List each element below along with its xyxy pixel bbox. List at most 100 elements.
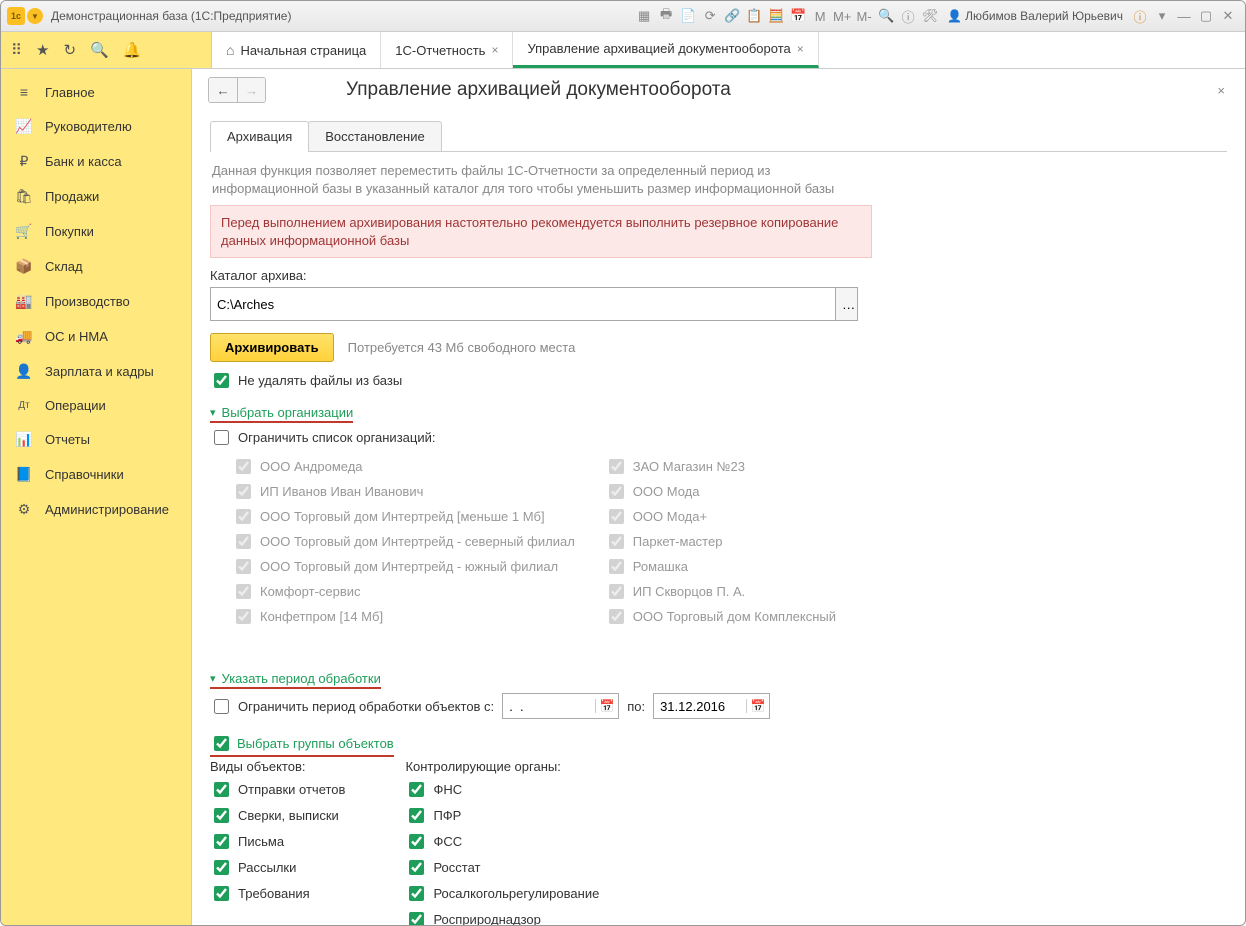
checkbox-input[interactable] (214, 860, 229, 875)
list-item: ООО Мода (605, 481, 836, 502)
list-item[interactable]: Росалкогольрегулирование (405, 883, 599, 904)
sidebar-item-reports[interactable]: 📊Отчеты (1, 422, 191, 457)
star-icon[interactable]: ★ (36, 41, 49, 59)
sidebar-item-os-nma[interactable]: 🚚ОС и НМА (1, 319, 191, 354)
mem-mminus[interactable]: M- (855, 7, 873, 25)
list-item[interactable]: ФСС (405, 831, 599, 852)
window-title: Демонстрационная база (1С:Предприятие) (51, 9, 291, 23)
sidebar-item-catalogs[interactable]: 📘Справочники (1, 457, 191, 492)
date-to-input[interactable] (654, 695, 746, 717)
archive-button[interactable]: Архивировать (210, 333, 334, 362)
list-item[interactable]: ПФР (405, 805, 599, 826)
tools-icon[interactable]: 🛠 (921, 7, 939, 25)
sidebar-item-bank[interactable]: ₽Банк и касса (1, 144, 191, 179)
calendar-icon[interactable]: 📅 (595, 699, 618, 713)
sidebar-item-production[interactable]: 🏭Производство (1, 284, 191, 319)
sidebar-item-sales[interactable]: 🛍Продажи (1, 179, 191, 214)
list-item[interactable]: Отправки отчетов (210, 779, 345, 800)
app-menu-dropdown-icon[interactable]: ▼ (27, 8, 43, 24)
maximize-icon[interactable]: ▢ (1197, 7, 1215, 25)
history-icon[interactable]: ↻ (63, 41, 76, 59)
minimize-icon[interactable]: — (1175, 7, 1193, 25)
checkbox-input[interactable] (409, 886, 424, 901)
sidebar-item-stock[interactable]: 📦Склад (1, 249, 191, 284)
list-item[interactable]: Росприроднадзор (405, 909, 599, 925)
truck-icon: 🚚 (15, 328, 33, 345)
search-icon[interactable]: 🔍 (90, 41, 109, 59)
checkbox-input[interactable] (214, 782, 229, 797)
print-icon[interactable]: 🖶 (657, 7, 675, 25)
checkbox-input[interactable] (409, 860, 424, 875)
app-logo-icon: 1c (7, 7, 25, 25)
list-item[interactable]: ФНС (405, 779, 599, 800)
calc-icon[interactable]: 🧮 (767, 7, 785, 25)
dropdown-icon[interactable]: ▾ (1153, 7, 1171, 25)
list-item: Конфетпром [14 Мб] (232, 606, 575, 627)
apps-icon[interactable]: ⠿ (11, 41, 22, 59)
checkbox-input (236, 459, 251, 474)
section-groups[interactable]: Выбрать группы объектов (210, 733, 394, 757)
list-item[interactable]: Росстат (405, 857, 599, 878)
current-user[interactable]: 👤Любимов Валерий Юрьевич (947, 9, 1123, 23)
date-from-input[interactable] (503, 695, 595, 717)
nav-back-button[interactable]: ← (209, 78, 237, 102)
bell-icon[interactable]: 🔔 (123, 41, 142, 59)
checkbox-input[interactable] (214, 808, 229, 823)
calendar-icon[interactable]: 📅 (789, 7, 807, 25)
info-icon[interactable]: ⓘ (899, 7, 917, 25)
bag-icon: 🛍 (15, 188, 33, 205)
help-icon[interactable]: ⓘ (1131, 7, 1149, 25)
nav-forward-button[interactable]: → (237, 78, 265, 102)
ruble-icon: ₽ (15, 153, 33, 170)
page-close-icon[interactable]: × (1213, 79, 1229, 102)
checkbox-input[interactable] (214, 886, 229, 901)
sidebar-item-salary[interactable]: 👤Зарплата и кадры (1, 354, 191, 389)
groups-enable-input[interactable] (214, 736, 229, 751)
sidebar-item-operations[interactable]: ДтОперации (1, 389, 191, 422)
link-icon[interactable]: 🔗 (723, 7, 741, 25)
limit-period-checkbox[interactable]: Ограничить период обработки объектов с: (210, 696, 494, 717)
mem-m[interactable]: M (811, 7, 829, 25)
checkbox-input[interactable] (409, 912, 424, 925)
toolbar-icon[interactable]: ▦ (635, 7, 653, 25)
subtab-restore[interactable]: Восстановление (308, 121, 441, 151)
close-icon[interactable]: ✕ (1219, 7, 1237, 25)
checkbox-input (236, 484, 251, 499)
section-period[interactable]: ▾ Указать период обработки (210, 671, 381, 689)
list-item[interactable]: Рассылки (210, 857, 345, 878)
limit-period-input[interactable] (214, 699, 229, 714)
limit-orgs-input[interactable] (214, 430, 229, 445)
copy-icon[interactable]: 📋 (745, 7, 763, 25)
checkbox-input[interactable] (409, 808, 424, 823)
checkbox-input[interactable] (409, 782, 424, 797)
sidebar-item-manager[interactable]: 📈Руководителю (1, 109, 191, 144)
keep-files-checkbox[interactable]: Не удалять файлы из базы (210, 370, 1227, 391)
doc-icon[interactable]: 📄 (679, 7, 697, 25)
tab-close-icon[interactable]: × (491, 43, 498, 57)
keep-files-input[interactable] (214, 373, 229, 388)
list-item[interactable]: Письма (210, 831, 345, 852)
tab-close-icon[interactable]: × (797, 42, 804, 56)
mem-mplus[interactable]: M+ (833, 7, 851, 25)
subtab-archive[interactable]: Архивация (210, 121, 309, 151)
checkbox-input[interactable] (214, 834, 229, 849)
catalog-path-input[interactable] (210, 287, 836, 321)
list-item[interactable]: Сверки, выписки (210, 805, 345, 826)
tab-home[interactable]: ⌂ Начальная страница (212, 32, 381, 68)
refresh-icon[interactable]: ⟳ (701, 7, 719, 25)
section-select-orgs[interactable]: ▾ Выбрать организации (210, 405, 353, 423)
browse-button[interactable]: … (836, 287, 858, 321)
zoom-icon[interactable]: 🔍 (877, 7, 895, 25)
date-from-field[interactable]: 📅 (502, 693, 619, 719)
tab-archive-mgmt[interactable]: Управление архивацией документооборота × (513, 32, 818, 68)
sidebar-item-admin[interactable]: ⚙Администрирование (1, 492, 191, 527)
checkbox-input[interactable] (409, 834, 424, 849)
sidebar-item-main[interactable]: ≡Главное (1, 75, 191, 109)
calendar-icon[interactable]: 📅 (746, 699, 769, 713)
list-item[interactable]: Требования (210, 883, 345, 904)
limit-orgs-checkbox[interactable]: Ограничить список организаций: (210, 427, 1227, 448)
date-to-field[interactable]: 📅 (653, 693, 770, 719)
sidebar-item-purchase[interactable]: 🛒Покупки (1, 214, 191, 249)
tab-1c-report[interactable]: 1С-Отчетность × (381, 32, 513, 68)
description-text: Данная функция позволяет переместить фай… (212, 162, 872, 197)
